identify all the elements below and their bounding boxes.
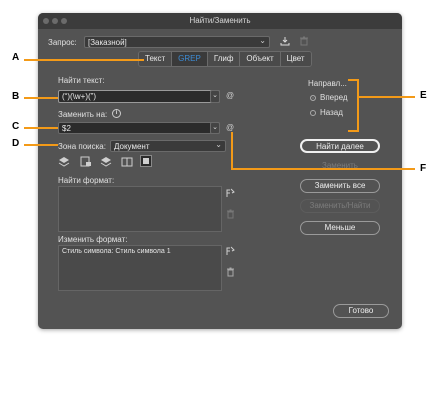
tab-grep[interactable]: GREP xyxy=(172,52,208,66)
forward-radio[interactable] xyxy=(310,95,316,101)
chevron-down-icon: ⌄ xyxy=(259,36,266,45)
search-scope-value: Документ xyxy=(114,142,150,151)
backward-radio[interactable] xyxy=(310,110,316,116)
callout-f-line xyxy=(231,168,415,170)
query-label: Запрос: xyxy=(48,38,77,47)
callout-d: D xyxy=(12,138,20,149)
replace-find-button[interactable]: Заменить/Найти xyxy=(300,199,380,213)
callout-f-vertical xyxy=(231,132,233,169)
callout-b-line xyxy=(24,97,58,99)
tab-glyph[interactable]: Глиф xyxy=(207,52,241,66)
title-bar: Найти/Заменить xyxy=(38,13,402,29)
callout-e-bracket-bottom xyxy=(348,130,358,132)
callout-d-line xyxy=(24,144,58,146)
locked-stories-icon[interactable] xyxy=(80,156,92,167)
backward-label: Назад xyxy=(320,108,343,117)
direction-label: Направл... xyxy=(308,79,347,88)
replace-all-button[interactable]: Заменить все xyxy=(300,179,380,193)
specify-change-format-icon[interactable] xyxy=(225,246,235,256)
forward-label: Вперед xyxy=(320,93,348,102)
chevron-down-icon: ⌄ xyxy=(215,140,222,149)
clear-find-format-icon[interactable] xyxy=(226,209,235,219)
callout-c: C xyxy=(12,121,20,132)
find-text-label: Найти текст: xyxy=(58,76,105,85)
special-chars-find-icon[interactable]: @ xyxy=(224,91,236,101)
clear-change-format-icon[interactable] xyxy=(226,267,235,277)
replace-label: Заменить на: xyxy=(58,110,108,119)
callout-e-bracket xyxy=(357,79,359,132)
delete-query-icon[interactable] xyxy=(298,36,310,49)
callout-e: E xyxy=(420,90,427,101)
replace-input[interactable]: $2 xyxy=(58,122,220,134)
search-scope-label: Зона поиска: xyxy=(58,142,106,151)
callout-b: B xyxy=(12,91,20,102)
window-title: Найти/Заменить xyxy=(189,16,251,25)
change-format-value: Стиль символа: Стиль символа 1 xyxy=(62,248,171,255)
callout-e-bracket-top xyxy=(348,79,358,81)
find-format-label: Найти формат: xyxy=(58,176,115,185)
master-pages-icon[interactable] xyxy=(121,156,133,167)
tab-object[interactable]: Объект xyxy=(240,52,281,66)
info-icon: i xyxy=(112,109,121,118)
query-value: [Заказной] xyxy=(88,38,127,47)
callout-c-line xyxy=(24,127,58,129)
find-text-input[interactable]: (“)(\w+)(”) xyxy=(58,90,220,103)
callout-f: F xyxy=(420,163,427,174)
search-type-tabs: Текст GREP Глиф Объект Цвет xyxy=(138,51,312,67)
done-button[interactable]: Готово xyxy=(333,304,389,318)
change-format-label: Изменить формат: xyxy=(58,235,128,244)
callout-a-line xyxy=(24,59,144,61)
hidden-layers-icon[interactable] xyxy=(100,156,112,167)
change-format-box[interactable]: Стиль символа: Стиль символа 1 xyxy=(58,245,222,291)
find-next-button[interactable]: Найти далее xyxy=(300,139,380,153)
tab-color[interactable]: Цвет xyxy=(280,52,311,66)
search-scope-select[interactable]: Документ ⌄ xyxy=(110,140,226,152)
callout-e-line xyxy=(357,96,415,98)
replace-button[interactable]: Заменить xyxy=(300,159,380,173)
query-select[interactable]: [Заказной] ⌄ xyxy=(84,36,270,48)
find-text-dropdown[interactable]: ⌄ xyxy=(210,90,220,103)
special-chars-replace-icon[interactable]: @ xyxy=(224,123,236,133)
callout-a: A xyxy=(12,52,20,63)
footnotes-icon[interactable] xyxy=(140,155,152,167)
less-button[interactable]: Меньше xyxy=(300,221,380,235)
save-query-icon[interactable] xyxy=(279,36,291,49)
locked-layers-icon[interactable] xyxy=(58,156,70,167)
find-format-box[interactable] xyxy=(58,186,222,232)
replace-dropdown[interactable]: ⌄ xyxy=(210,122,220,134)
specify-find-format-icon[interactable] xyxy=(225,188,235,198)
